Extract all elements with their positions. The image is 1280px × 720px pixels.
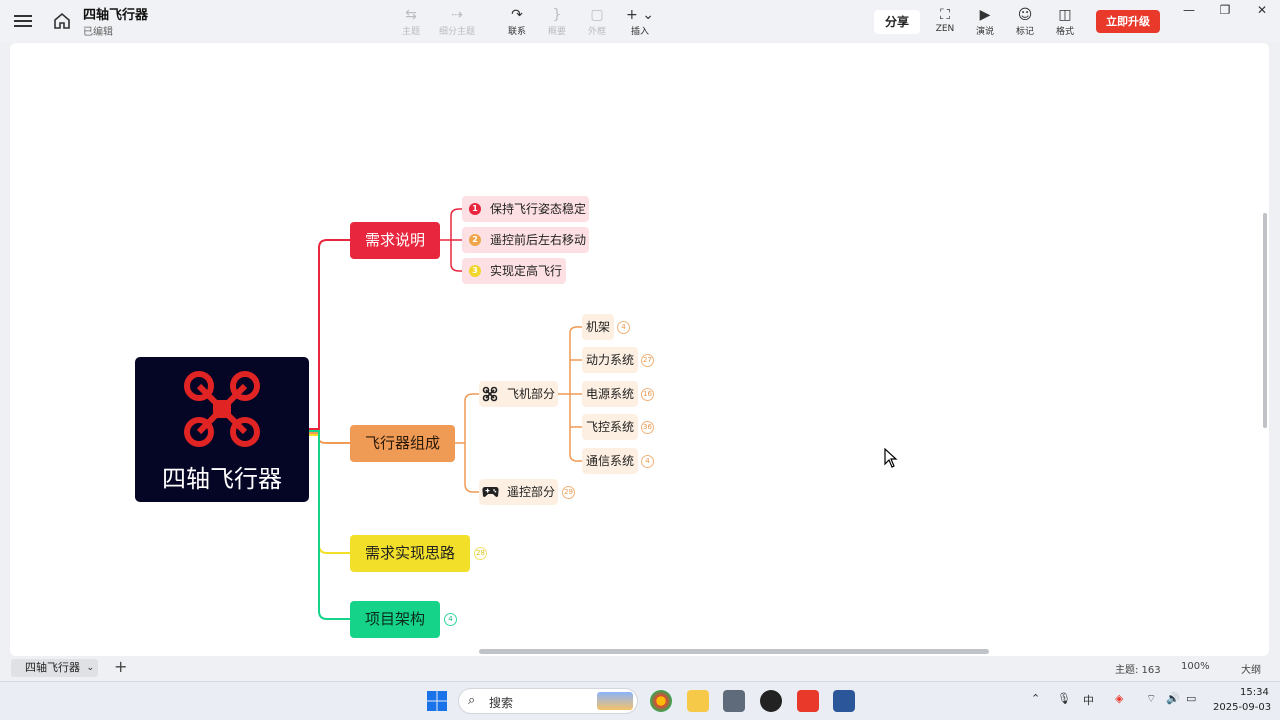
priority-3-icon: 3 (469, 265, 481, 277)
requirement-label: 保持飞行姿态稳定 (490, 202, 587, 216)
upgrade-button[interactable]: 立即升级 (1096, 10, 1160, 33)
windows-start-icon[interactable] (427, 691, 447, 711)
share-button[interactable]: 分享 (874, 10, 920, 34)
search-highlight-icon (597, 692, 633, 710)
branch-architecture[interactable]: 项目架构 (350, 601, 440, 638)
topic-label: 主题 (401, 27, 420, 37)
insert-label: 插入 (630, 27, 649, 37)
camera-icon[interactable] (723, 690, 745, 712)
clock-date[interactable]: 2025-09-03 (1213, 702, 1271, 713)
format-label: 格式 (1055, 27, 1074, 37)
system-item[interactable]: 动力系统 (582, 347, 638, 373)
system-item[interactable]: 通信系统 (582, 448, 638, 474)
wifi-icon[interactable]: ⌔ (1146, 692, 1156, 706)
requirement-label: 遥控前后左右移动 (490, 233, 587, 247)
requirement-item[interactable]: 2 遥控前后左右移动 (462, 227, 589, 253)
word-icon[interactable] (833, 690, 855, 712)
format-button[interactable]: ◫ 格式 (1042, 6, 1088, 40)
xmind-icon[interactable] (797, 690, 819, 712)
subtopic-remote[interactable]: 遥控部分 (479, 479, 558, 505)
search-placeholder: 搜索 (489, 696, 514, 710)
collapsed-count-badge[interactable]: 4 (617, 321, 630, 334)
branch-composition[interactable]: 飞行器组成 (350, 425, 455, 462)
minimize-icon[interactable]: — (1177, 2, 1201, 20)
collapsed-count-badge[interactable]: 29 (562, 486, 575, 499)
collapsed-count-badge[interactable]: 36 (641, 421, 654, 434)
topic-button[interactable]: ⇆ 主题 (388, 6, 434, 40)
requirement-item[interactable]: 3 实现定高飞行 (462, 258, 566, 284)
file-explorer-icon[interactable] (687, 690, 709, 712)
add-sheet-icon[interactable]: + (114, 657, 127, 676)
chevron-up-icon[interactable]: ⌃ (1031, 692, 1040, 705)
chevron-down-icon: ⌄ (86, 663, 94, 673)
title-toolbar: 四轴飞行器 已编辑 ⇆ 主题 ⇢ 细分主题 ↷ 联系 } 概要 ▢ 外框 + ⌄… (0, 0, 1280, 42)
insert-button[interactable]: + ⌄ 插入 (617, 6, 663, 40)
branch-requirements[interactable]: 需求说明 (350, 222, 440, 259)
sheet-tab[interactable]: 四轴飞行器 ⌄ (11, 659, 98, 677)
collapsed-count-badge[interactable]: 27 (641, 354, 654, 367)
root-topic[interactable]: 四轴飞行器 (135, 357, 309, 502)
mindmap-canvas[interactable]: 四轴飞行器 需求说明 飞行器组成 需求实现思路 28 项目架构 4 1 保持飞行… (10, 43, 1269, 656)
volume-icon[interactable]: 🔊 (1166, 692, 1180, 705)
topic-icon: ⇆ (405, 7, 417, 23)
collapsed-count-badge[interactable]: 28 (474, 547, 487, 560)
microphone-icon[interactable]: 🎙 (1057, 692, 1071, 705)
battery-icon[interactable]: ▭ (1186, 692, 1196, 705)
close-icon[interactable]: ✕ (1250, 2, 1274, 20)
horizontal-scrollbar[interactable] (479, 649, 989, 654)
home-icon[interactable] (52, 11, 72, 31)
root-topic-label: 四轴飞行器 (162, 465, 282, 493)
system-item[interactable]: 电源系统 (582, 381, 638, 407)
subtopic-label: 遥控部分 (507, 485, 556, 499)
boundary-label: 外框 (587, 27, 606, 37)
collapsed-count-badge[interactable]: 16 (641, 388, 654, 401)
boundary-icon: ▢ (590, 7, 604, 23)
sheet-tab-label: 四轴飞行器 (25, 661, 80, 674)
document-title[interactable]: 四轴飞行器 (83, 4, 148, 23)
chrome-icon[interactable] (650, 690, 672, 712)
taskbar-search[interactable]: ⌕ 搜索 (458, 688, 638, 714)
restore-icon[interactable]: ❐ (1213, 2, 1237, 20)
vertical-scrollbar[interactable] (1263, 213, 1267, 428)
system-item[interactable]: 飞控系统 (582, 414, 638, 440)
zoom-level[interactable]: 100% (1181, 661, 1210, 672)
subtopic-icon: ⇢ (451, 7, 463, 23)
input-method-icon[interactable]: 中 (1083, 692, 1094, 708)
branch-implementation[interactable]: 需求实现思路 (350, 535, 470, 572)
clock-time[interactable]: 15:34 (1240, 687, 1269, 698)
topic-count: 主题: 163 (1115, 665, 1161, 676)
outline-toggle[interactable]: 大纲 (1241, 661, 1261, 676)
obs-icon[interactable] (760, 690, 782, 712)
subtopic-button[interactable]: ⇢ 细分主题 (434, 6, 480, 40)
search-icon: ⌕ (468, 693, 476, 708)
save-status: 已编辑 (83, 27, 113, 38)
hamburger-menu-icon[interactable] (14, 12, 32, 30)
subtopic-aircraft[interactable]: 飞机部分 (479, 381, 558, 407)
app-tray-icon[interactable]: ◈ (1115, 692, 1123, 705)
os-taskbar: ⌕ 搜索 ⌃ 🎙 中 ◈ ⌔ 🔊 ▭ 15:34 2025-09-03 (0, 681, 1280, 720)
priority-1-icon: 1 (469, 203, 481, 215)
subtopic-label: 飞机部分 (507, 387, 556, 401)
requirement-item[interactable]: 1 保持飞行姿态稳定 (462, 196, 589, 222)
requirement-label: 实现定高飞行 (490, 264, 563, 278)
mouse-cursor-icon (884, 448, 898, 468)
boundary-button[interactable]: ▢ 外框 (574, 6, 620, 40)
collapsed-count-badge[interactable]: 4 (444, 613, 457, 626)
sheet-bar: 四轴飞行器 ⌄ + 主题: 163 100% 大纲 (0, 657, 1280, 680)
panel-icon: ◫ (1058, 7, 1072, 23)
drone-icon (482, 386, 498, 402)
plus-icon: + ⌄ (626, 7, 654, 23)
priority-2-icon: 2 (469, 234, 481, 246)
quadcopter-icon (184, 371, 260, 447)
system-item[interactable]: 机架 (582, 314, 614, 340)
subtopic-label: 细分主题 (438, 27, 475, 37)
collapsed-count-badge[interactable]: 4 (641, 455, 654, 468)
gamepad-icon (482, 487, 499, 497)
connector-lines (309, 208, 582, 620)
